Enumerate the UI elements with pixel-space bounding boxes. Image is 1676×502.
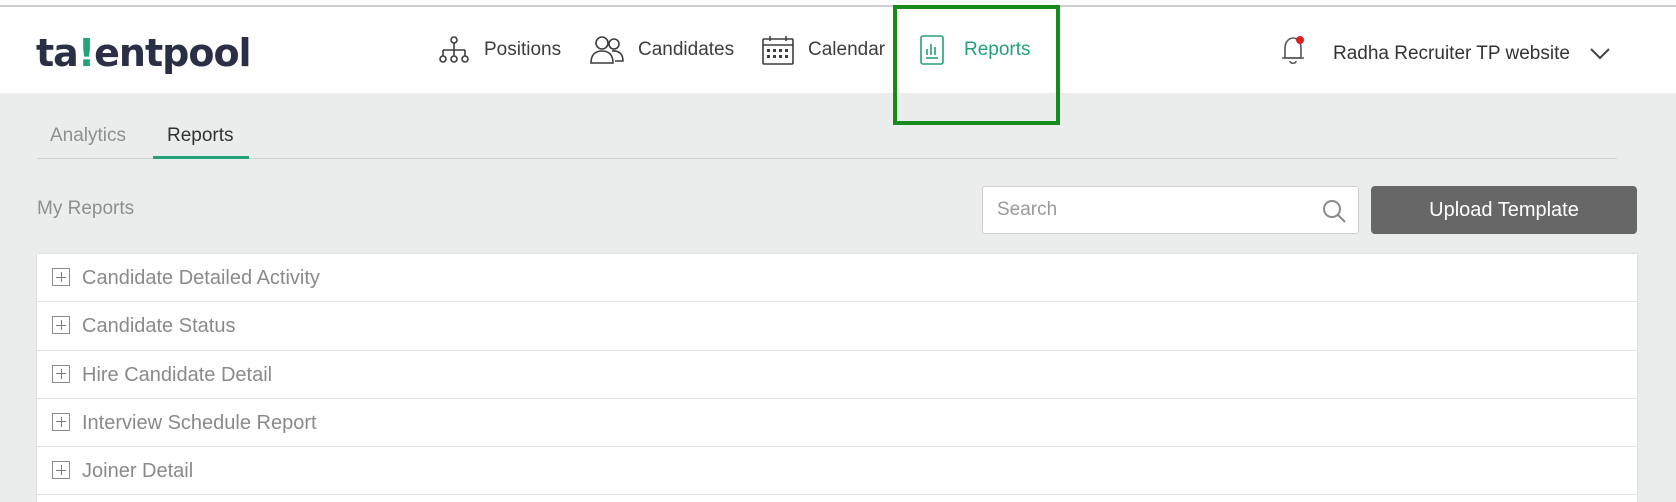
tab-reports[interactable]: Reports (167, 125, 234, 147)
report-name: Candidate Status (82, 315, 236, 338)
app-header: ta!entpool Positions Candidates Calendar… (0, 7, 1676, 93)
chevron-down-icon[interactable] (1589, 47, 1611, 66)
list-item[interactable]: Candidate Status (37, 302, 1637, 351)
nav-calendar[interactable]: Calendar (762, 7, 885, 93)
upload-template-button[interactable]: Upload Template (1371, 186, 1637, 234)
calendar-icon (762, 35, 794, 65)
reports-list: Candidate Detailed Activity Candidate St… (37, 254, 1637, 502)
report-name: Hire Candidate Detail (82, 363, 273, 386)
window-top-border (0, 0, 1676, 7)
org-chart-icon (438, 36, 470, 64)
expand-icon[interactable] (52, 412, 70, 431)
talentpool-logo[interactable]: ta!entpool (36, 31, 252, 75)
list-item[interactable]: Joiner Detail (37, 447, 1637, 496)
search-icon[interactable] (1322, 199, 1346, 228)
expand-icon[interactable] (52, 461, 70, 480)
active-tab-indicator (153, 156, 249, 159)
expand-icon[interactable] (52, 364, 70, 383)
nav-label: Positions (484, 39, 562, 60)
bell-icon[interactable] (1280, 34, 1308, 66)
expand-icon[interactable] (52, 268, 70, 286)
section-title: My Reports (37, 198, 135, 219)
list-item[interactable]: Interview Schedule Report (37, 399, 1637, 448)
user-name[interactable]: Radha Recruiter TP website (1333, 43, 1570, 65)
report-tabs: Analytics Reports (37, 93, 1617, 159)
list-item[interactable]: Candidate Detailed Activity (37, 254, 1637, 303)
nav-candidates[interactable]: Candidates (590, 7, 734, 93)
search-box (982, 186, 1359, 234)
users-icon (590, 35, 624, 65)
nav-label: Calendar (808, 39, 886, 60)
nav-label: Candidates (638, 39, 735, 60)
nav-positions[interactable]: Positions (438, 7, 561, 93)
list-item[interactable]: Hire Candidate Detail (37, 351, 1637, 399)
tab-analytics[interactable]: Analytics (50, 125, 126, 147)
expand-icon[interactable] (52, 316, 70, 335)
report-name: Candidate Detailed Activity (82, 267, 320, 289)
search-input[interactable] (997, 195, 1307, 225)
report-name: Joiner Detail (82, 460, 194, 483)
report-name: Interview Schedule Report (82, 411, 317, 434)
notification-dot (1296, 36, 1304, 44)
